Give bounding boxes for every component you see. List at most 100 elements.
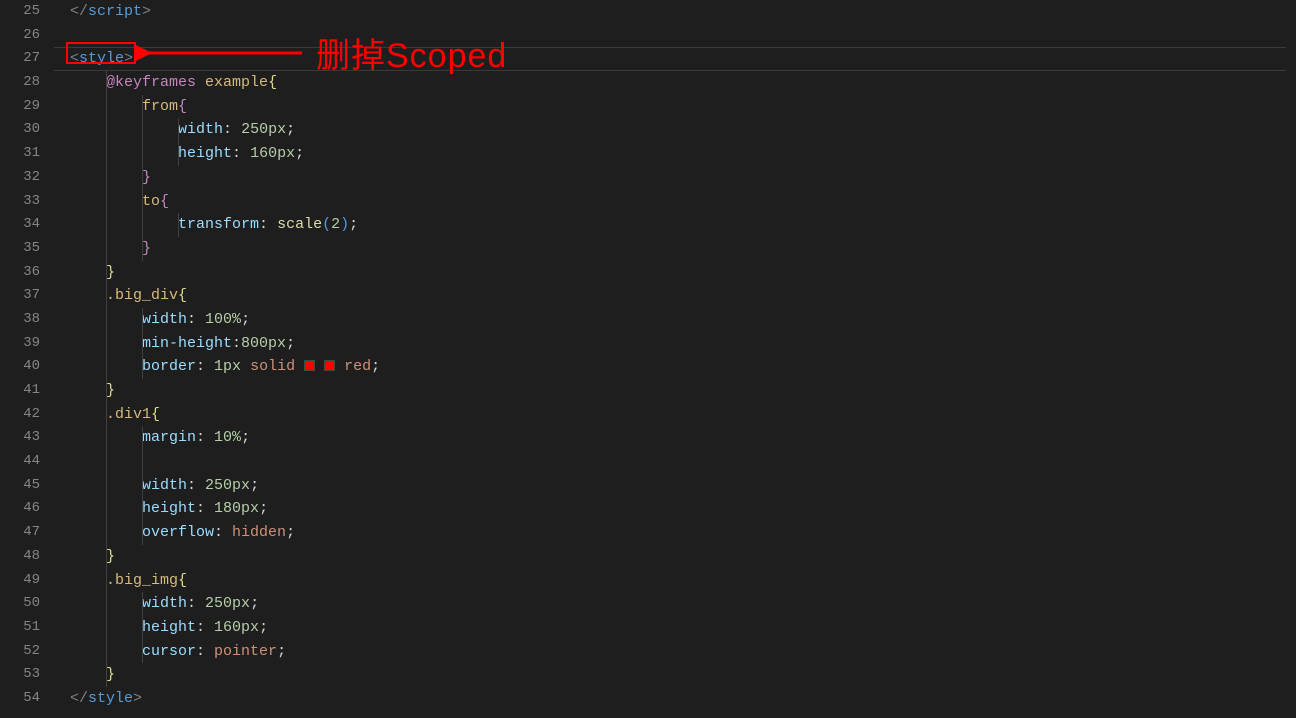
code-line[interactable]: height: 180px; bbox=[54, 497, 1296, 521]
indent-guide bbox=[106, 616, 107, 640]
code-line[interactable]: } bbox=[54, 166, 1296, 190]
code-line[interactable]: <style> bbox=[54, 47, 1296, 71]
indent-guide bbox=[142, 166, 143, 190]
code-line[interactable]: .big_div{ bbox=[54, 284, 1296, 308]
code-token: { bbox=[178, 287, 187, 304]
code-line[interactable]: } bbox=[54, 545, 1296, 569]
line-number: 41 bbox=[0, 379, 54, 403]
color-chip-icon bbox=[304, 360, 315, 371]
code-token: ; bbox=[371, 358, 380, 375]
line-number: 54 bbox=[0, 687, 54, 711]
code-line[interactable] bbox=[54, 450, 1296, 474]
color-chip-icon bbox=[324, 360, 335, 371]
indent-guide bbox=[142, 355, 143, 379]
line-number: 50 bbox=[0, 592, 54, 616]
indent-guide bbox=[106, 450, 107, 474]
code-token: } bbox=[106, 264, 115, 281]
code-token: 1px bbox=[214, 358, 241, 375]
code-line[interactable]: transform: scale(2); bbox=[54, 213, 1296, 237]
code-line[interactable]: margin: 10%; bbox=[54, 426, 1296, 450]
line-number: 35 bbox=[0, 237, 54, 261]
code-token: 250px bbox=[205, 595, 250, 612]
code-token: } bbox=[142, 169, 151, 186]
code-token: : bbox=[196, 500, 214, 517]
code-token: 250px bbox=[241, 121, 286, 138]
code-token: .big_div bbox=[106, 287, 178, 304]
line-number: 42 bbox=[0, 403, 54, 427]
line-number: 52 bbox=[0, 640, 54, 664]
code-token: { bbox=[178, 98, 187, 115]
indent-guide bbox=[106, 379, 107, 403]
code-line[interactable]: } bbox=[54, 261, 1296, 285]
code-token: ; bbox=[259, 500, 268, 517]
code-token: : bbox=[196, 619, 214, 636]
code-token: to bbox=[142, 193, 160, 210]
code-line[interactable]: min-height:800px; bbox=[54, 332, 1296, 356]
code-line[interactable]: } bbox=[54, 663, 1296, 687]
code-token bbox=[70, 74, 106, 91]
code-token bbox=[196, 74, 205, 91]
indent-guide bbox=[106, 474, 107, 498]
code-line[interactable]: height: 160px; bbox=[54, 142, 1296, 166]
indent-guide bbox=[142, 497, 143, 521]
code-token: } bbox=[142, 240, 151, 257]
indent-guide bbox=[106, 213, 107, 237]
code-line[interactable]: width: 250px; bbox=[54, 474, 1296, 498]
line-number: 27 bbox=[0, 47, 54, 71]
code-line[interactable]: </style> bbox=[54, 687, 1296, 711]
code-token bbox=[70, 406, 106, 423]
code-token: { bbox=[178, 572, 187, 589]
indent-guide bbox=[106, 592, 107, 616]
code-token: example bbox=[205, 74, 268, 91]
indent-guide bbox=[142, 474, 143, 498]
code-token: : bbox=[187, 311, 205, 328]
indent-guide bbox=[142, 118, 143, 142]
code-token: : bbox=[214, 524, 232, 541]
code-token bbox=[70, 382, 106, 399]
code-line[interactable]: from{ bbox=[54, 95, 1296, 119]
code-token bbox=[241, 358, 250, 375]
code-token: @keyframes bbox=[106, 74, 196, 91]
code-token: width bbox=[142, 477, 187, 494]
code-line[interactable]: } bbox=[54, 237, 1296, 261]
code-token: width bbox=[142, 595, 187, 612]
code-token bbox=[70, 216, 178, 233]
code-line[interactable]: overflow: hidden; bbox=[54, 521, 1296, 545]
code-token: ; bbox=[286, 121, 295, 138]
code-token: </ bbox=[70, 3, 88, 20]
indent-guide bbox=[106, 166, 107, 190]
code-line[interactable]: width: 250px; bbox=[54, 592, 1296, 616]
line-number: 53 bbox=[0, 663, 54, 687]
line-number: 29 bbox=[0, 95, 54, 119]
indent-guide bbox=[106, 261, 107, 285]
indent-guide bbox=[106, 237, 107, 261]
indent-guide bbox=[178, 118, 179, 142]
code-token: cursor bbox=[142, 643, 196, 660]
indent-guide bbox=[142, 640, 143, 664]
code-line[interactable]: width: 100%; bbox=[54, 308, 1296, 332]
code-editor[interactable]: 2526272829303132333435363738394041424344… bbox=[0, 0, 1296, 718]
code-line[interactable]: to{ bbox=[54, 190, 1296, 214]
code-line[interactable]: border: 1px solid red; bbox=[54, 355, 1296, 379]
code-token: margin bbox=[142, 429, 196, 446]
code-line[interactable]: } bbox=[54, 379, 1296, 403]
code-line[interactable]: .big_img{ bbox=[54, 569, 1296, 593]
code-line[interactable]: .div1{ bbox=[54, 403, 1296, 427]
code-line[interactable]: @keyframes example{ bbox=[54, 71, 1296, 95]
code-line[interactable]: </script> bbox=[54, 0, 1296, 24]
line-number: 40 bbox=[0, 355, 54, 379]
code-token bbox=[335, 358, 344, 375]
indent-guide bbox=[142, 521, 143, 545]
code-line[interactable]: cursor: pointer; bbox=[54, 640, 1296, 664]
code-line[interactable]: height: 160px; bbox=[54, 616, 1296, 640]
code-line[interactable] bbox=[54, 24, 1296, 48]
line-number: 26 bbox=[0, 24, 54, 48]
code-token: height bbox=[142, 619, 196, 636]
indent-guide bbox=[106, 521, 107, 545]
code-area[interactable]: </script><style> @keyframes example{ fro… bbox=[54, 0, 1296, 718]
code-token: script bbox=[88, 3, 142, 20]
code-token: : bbox=[187, 595, 205, 612]
code-token: 160px bbox=[250, 145, 295, 162]
indent-guide bbox=[178, 142, 179, 166]
code-line[interactable]: width: 250px; bbox=[54, 118, 1296, 142]
